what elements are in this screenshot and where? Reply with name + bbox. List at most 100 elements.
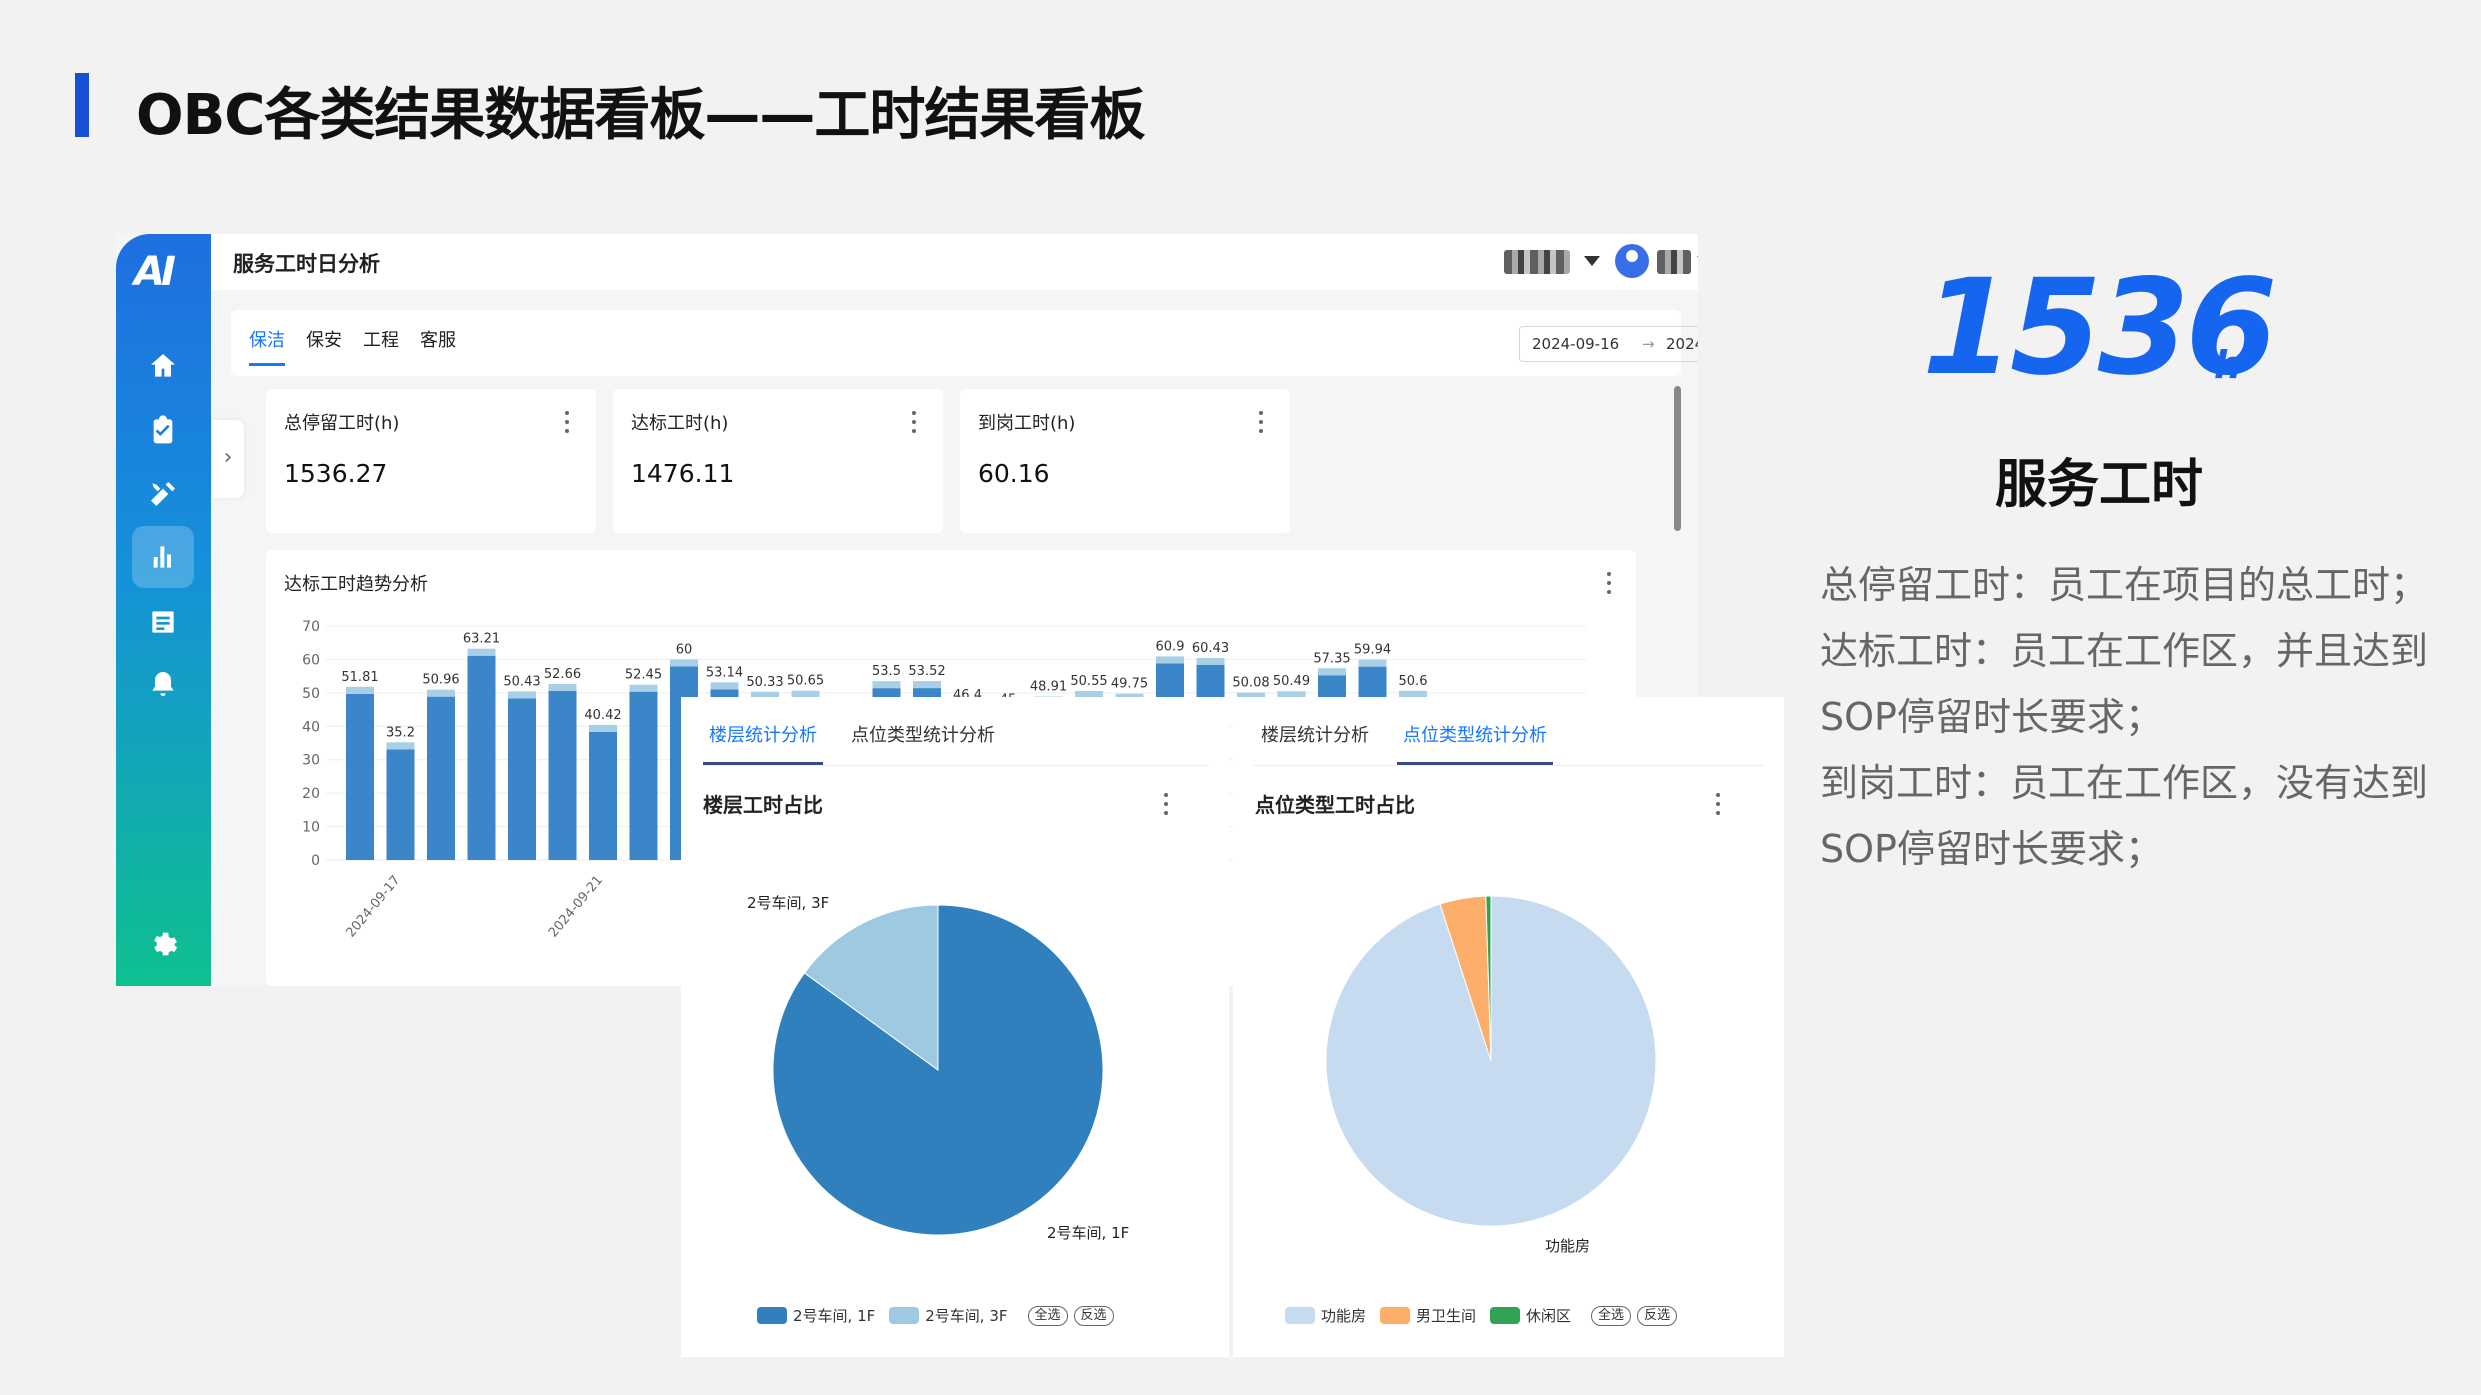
date-range-picker[interactable]: 2024-09-16 → 2024-10-16	[1519, 326, 1698, 362]
tab-cleaning[interactable]: 保洁	[249, 326, 285, 366]
desc-line: 总停留工时：员工在项目的总工时；	[1820, 563, 2429, 607]
tab-floor-stats[interactable]: 楼层统计分析	[703, 721, 823, 765]
tab-security[interactable]: 保安	[306, 326, 342, 352]
data-label: 50.65	[787, 674, 824, 689]
bar-chart-icon[interactable]	[132, 526, 194, 588]
metric-card-total: 总停留工时(h) 1536.27	[266, 389, 596, 533]
metric-label: 到岗工时(h)	[978, 413, 1076, 434]
select-all-button[interactable]: 全选	[1591, 1305, 1632, 1326]
summary-unit: h	[2214, 343, 2242, 387]
data-label: 50.96	[422, 673, 459, 688]
metric-value: 60.16	[978, 459, 1050, 488]
tools-icon[interactable]	[139, 470, 187, 518]
tab-engineering[interactable]: 工程	[363, 326, 399, 352]
bar	[386, 749, 415, 860]
bar-cap	[1358, 659, 1387, 667]
bar-cap	[1156, 656, 1184, 664]
legend-item[interactable]: 功能房	[1285, 1305, 1366, 1326]
app-title: 服务工时日分析	[233, 252, 380, 276]
scrollbar[interactable]	[1674, 386, 1681, 531]
metric-value: 1536.27	[284, 459, 388, 488]
data-label: 60.9	[1156, 639, 1185, 654]
tab-customer-service[interactable]: 客服	[420, 326, 456, 352]
y-tick-label: 10	[302, 820, 320, 836]
x-tick-label: 2024-09-21	[546, 873, 606, 941]
point-type-pie-chart	[1325, 895, 1657, 1227]
y-tick-label: 50	[302, 686, 320, 702]
data-label: 52.45	[625, 668, 662, 683]
bar-cap	[1196, 657, 1225, 665]
slice-label: 功能房	[1545, 1237, 1591, 1255]
data-label: 50.6	[1399, 674, 1428, 689]
collapse-sidebar-button[interactable]: ›	[212, 420, 244, 498]
org-selector-blurred[interactable]	[1504, 250, 1570, 274]
metric-value: 1476.11	[631, 459, 735, 488]
data-label: 53.14	[706, 665, 743, 680]
bar-cap	[589, 724, 617, 732]
bell-icon[interactable]	[139, 660, 187, 708]
data-label: 53.52	[908, 664, 945, 679]
title-accent-bar	[75, 73, 89, 137]
bar	[346, 693, 374, 860]
bar-cap	[710, 682, 739, 690]
chevron-down-icon[interactable]	[1697, 256, 1698, 266]
invert-selection-button[interactable]: 反选	[1637, 1305, 1678, 1326]
legend-item[interactable]: 男卫生间	[1380, 1305, 1476, 1326]
gear-icon[interactable]	[139, 918, 187, 966]
data-label: 40.42	[584, 708, 621, 723]
bar-cap	[346, 686, 374, 694]
tab-floor-stats[interactable]: 楼层统计分析	[1261, 721, 1369, 747]
legend-item[interactable]: 2号车间, 1F	[757, 1305, 875, 1326]
date-end: 2024-10-16	[1666, 335, 1698, 353]
legend-item[interactable]: 2号车间, 3F	[889, 1305, 1008, 1326]
avatar[interactable]	[1615, 244, 1649, 278]
data-label: 57.35	[1313, 651, 1350, 666]
point-type-pie-panel: 楼层统计分析 点位类型统计分析 点位类型工时占比 功能房 功能房 男卫生间 休闲…	[1233, 697, 1784, 1357]
more-icon[interactable]	[564, 411, 570, 433]
legend-item[interactable]: 休闲区	[1490, 1305, 1571, 1326]
bar	[589, 731, 617, 860]
data-label: 63.21	[463, 632, 500, 647]
page-title: OBC各类结果数据看板——工时结果看板	[136, 83, 1145, 148]
bar	[548, 690, 577, 860]
select-all-button[interactable]: 全选	[1027, 1305, 1068, 1326]
more-icon[interactable]	[1258, 411, 1264, 433]
more-icon[interactable]	[1715, 793, 1721, 815]
invert-selection-button[interactable]: 反选	[1073, 1305, 1114, 1326]
chevron-down-icon[interactable]	[1584, 256, 1600, 266]
bar	[508, 698, 536, 860]
metric-label: 达标工时(h)	[631, 413, 729, 434]
home-icon[interactable]	[139, 342, 187, 390]
data-label: 51.81	[341, 670, 378, 685]
list-icon[interactable]	[139, 598, 187, 646]
tab-divider	[1253, 765, 1764, 766]
bar-cap	[913, 681, 941, 689]
tab-point-type-stats[interactable]: 点位类型统计分析	[1397, 721, 1553, 765]
clipboard-check-icon[interactable]	[139, 406, 187, 454]
bar-cap	[427, 689, 455, 697]
summary-label: 服务工时	[1995, 455, 2204, 515]
pie-legend: 2号车间, 1F 2号车间, 3F 全选 反选	[757, 1305, 1114, 1326]
data-label: 50.49	[1273, 674, 1310, 689]
tab-row: 保洁 保安 工程 客服 2024-09-16 → 2024-10-16	[231, 310, 1698, 376]
data-label: 50.55	[1070, 674, 1107, 689]
more-icon[interactable]	[911, 411, 917, 433]
data-label: 60	[676, 642, 693, 657]
pie-legend: 功能房 男卫生间 休闲区 全选 反选	[1285, 1305, 1678, 1326]
date-separator: →	[1642, 335, 1655, 353]
tab-point-type-stats[interactable]: 点位类型统计分析	[851, 721, 995, 747]
bar-cap	[1318, 668, 1346, 676]
bar	[629, 691, 658, 860]
slice-label: 2号车间, 3F	[747, 894, 830, 912]
bar	[427, 696, 455, 860]
bar-cap	[629, 684, 658, 692]
pie-title: 点位类型工时占比	[1255, 793, 1415, 817]
y-tick-label: 70	[302, 619, 320, 635]
date-start: 2024-09-16	[1532, 335, 1620, 353]
bar-cap	[548, 683, 577, 691]
tab-divider	[701, 765, 1209, 766]
y-tick-label: 0	[311, 853, 320, 869]
y-tick-label: 20	[302, 786, 320, 802]
more-icon[interactable]	[1163, 793, 1169, 815]
bar-cap	[467, 648, 496, 656]
